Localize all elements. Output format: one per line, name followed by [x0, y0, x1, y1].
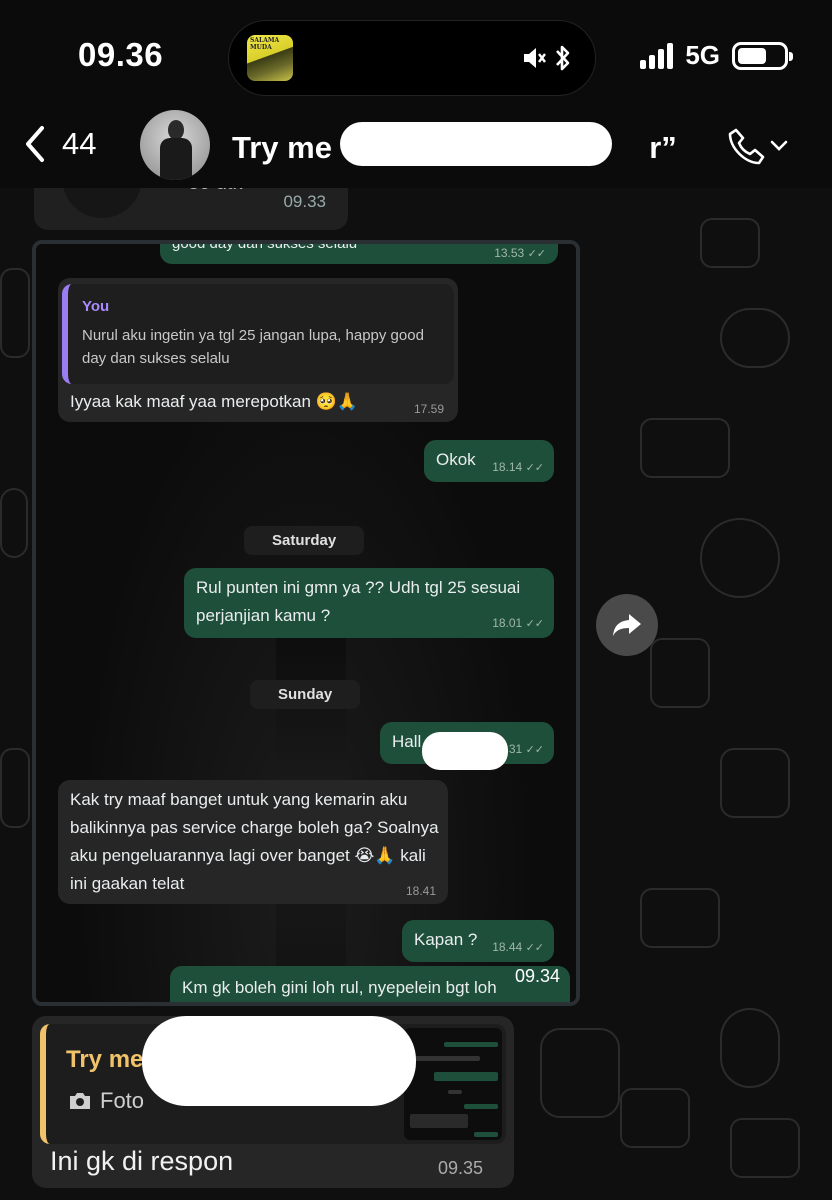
contact-name-prefix: Try me [232, 130, 332, 165]
message-time: 13.53 ✓✓ [494, 246, 546, 260]
message-time: 18.01 ✓✓ [492, 616, 544, 630]
now-playing-artwork[interactable]: SALAMA MUDA [247, 35, 293, 81]
unread-count: 44 [62, 126, 97, 161]
read-ticks-icon: ✓✓ [525, 618, 544, 630]
image-message[interactable]: good day dan sukses selalu 13.53 ✓✓ You … [32, 240, 580, 1006]
quoted-image-thumbnail[interactable] [404, 1028, 502, 1140]
message-outgoing[interactable]: Okok 18.14 ✓✓ [424, 440, 554, 482]
battery-icon [732, 41, 793, 70]
message-text: Hall [392, 732, 422, 751]
message-outgoing[interactable]: Km gk boleh gini loh rul, nyepelein bgt … [170, 966, 570, 1002]
date-separator: Saturday [244, 526, 365, 555]
message-time: 09.35 [438, 1158, 484, 1178]
back-button[interactable]: 44 [22, 124, 96, 164]
read-ticks-icon: ✓✓ [527, 248, 546, 260]
read-ticks-icon: ✓✓ [525, 462, 544, 474]
forward-button[interactable] [596, 594, 658, 656]
chevron-down-icon [770, 140, 788, 151]
quoted-type-label: Foto [100, 1088, 145, 1113]
message-time: 18.44 ✓✓ [492, 940, 544, 954]
mute-icon [524, 48, 546, 68]
message-text: Km gk boleh gini loh rul, nyepelein bgt … [182, 978, 497, 997]
redaction-mark [142, 1016, 416, 1106]
message-text: Okok [436, 450, 476, 469]
quoted-text: Nurul aku ingetin ya tgl 25 jangan lupa,… [82, 327, 424, 367]
message-time: 18.14 ✓✓ [492, 460, 544, 474]
message-outgoing[interactable]: Kapan ? 18.44 ✓✓ [402, 920, 554, 962]
message-time: 18.41 [405, 884, 436, 898]
contact-name-suffix: r” [649, 130, 677, 165]
signal-icon [640, 42, 674, 69]
forward-icon [613, 614, 641, 636]
redaction-mark [422, 732, 508, 770]
quoted-message[interactable]: You Nurul aku ingetin ya tgl 25 jangan l… [62, 284, 454, 384]
message-time: 17.59 [413, 402, 444, 416]
status-bar: 09.36 SALAMA MUDA 5G [0, 0, 832, 110]
read-ticks-icon: ✓✓ [525, 744, 544, 756]
dynamic-island[interactable]: SALAMA MUDA [228, 20, 596, 96]
contact-avatar[interactable] [140, 110, 210, 180]
back-icon [26, 126, 44, 162]
redaction-mark [340, 122, 612, 166]
date-separator: Sunday [250, 680, 361, 709]
bluetooth-icon [556, 45, 570, 71]
phone-icon [728, 128, 765, 165]
read-ticks-icon: ✓✓ [525, 942, 544, 954]
call-button[interactable] [726, 126, 788, 166]
message-time: 09.33 [283, 192, 326, 211]
message-text: Kak try maaf banget untuk yang kemarin a… [70, 790, 439, 893]
message-incoming[interactable]: You Nurul aku ingetin ya tgl 25 jangan l… [58, 278, 458, 422]
quoted-author: You [82, 298, 110, 315]
status-time: 09.36 [78, 36, 164, 73]
message-outgoing[interactable]: good day dan sukses selalu 13.53 ✓✓ [160, 240, 558, 264]
message-text: Ini gk di respon [50, 1146, 234, 1176]
now-playing-art-text: SALAMA MUDA [250, 37, 280, 51]
message-incoming[interactable]: Kak try maaf banget untuk yang kemarin a… [58, 780, 448, 904]
message-text: good day dan sukses selalu [172, 240, 358, 252]
quoted-type: Foto [68, 1088, 144, 1114]
image-message-time: 09.34 [514, 966, 560, 986]
network-label: 5G [685, 40, 720, 70]
message-text: Kapan ? [414, 930, 478, 949]
message-time: 31 ✓✓ [508, 742, 544, 756]
message-text: Iyyaa kak maaf yaa merepotkan 🥺🙏 [70, 392, 359, 411]
camera-icon [70, 1093, 90, 1109]
message-outgoing[interactable]: Rul punten ini gmn ya ?? Udh tgl 25 sesu… [184, 568, 554, 638]
